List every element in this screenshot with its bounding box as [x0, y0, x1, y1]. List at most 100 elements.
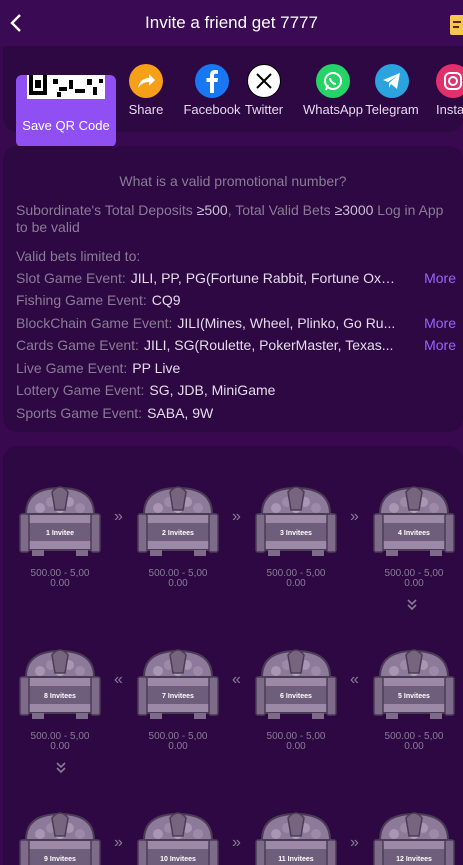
facebook-share-button[interactable]: Facebook: [183, 64, 241, 130]
reward-chest[interactable]: 3 Invitees: [254, 480, 338, 558]
event-key: Lottery Game Event:: [16, 382, 145, 398]
event-value: PP Live: [132, 360, 181, 376]
event-key: Fishing Game Event:: [16, 292, 147, 308]
qr-code-image: [27, 75, 105, 99]
event-value: SG, JDB, MiniGame: [149, 382, 276, 398]
event-value: JILI, PP, PG(Fortune Rabbit, Fortune Ox,…: [130, 270, 399, 286]
arrow-left-icon: «: [232, 671, 241, 688]
arrow-down-icon: [405, 599, 419, 611]
more-link[interactable]: More: [424, 337, 456, 353]
treasure-chest-icon: [136, 480, 220, 558]
reward-chest[interactable]: 4 Invitees: [372, 480, 456, 558]
chest-invitee-label: 11 Invitees: [278, 856, 314, 863]
instagram-share-button[interactable]: Instag: [436, 64, 463, 130]
event-value: SABA, 9W: [147, 405, 214, 421]
chest-invitee-label: 2 Invitees: [162, 530, 194, 537]
event-row: Cards Game Event: JILI, SG(Roulette, Pok…: [16, 337, 456, 355]
reward-chest[interactable]: 6 Invitees: [254, 643, 338, 721]
reward-amount-line: 0.00: [50, 741, 70, 752]
arrow-right-icon: »: [350, 508, 359, 525]
arrow-right-icon: »: [232, 834, 241, 851]
reward-chest[interactable]: 7 Invitees: [136, 643, 220, 721]
reward-amount: 500.00 - 5,00 0.00: [372, 569, 456, 589]
event-key: Cards Game Event:: [16, 337, 139, 353]
reward-amount-line: 0.00: [286, 741, 306, 752]
reward-chest[interactable]: 2 Invitees: [136, 480, 220, 558]
treasure-chest-icon: [372, 480, 456, 558]
twitter-share-button[interactable]: Twitter: [244, 64, 284, 130]
reward-amount-line: 0.00: [404, 578, 424, 589]
page-title: Invite a friend get 7777: [145, 13, 318, 32]
instagram-icon: [436, 64, 463, 98]
reward-amount: 500.00 - 5,00 0.00: [18, 569, 102, 589]
whatsapp-icon: [316, 64, 350, 98]
chest-invitee-label: 1 Invitee: [45, 530, 74, 537]
rules-question: What is a valid promotional number?: [119, 173, 347, 189]
event-key: Live Game Event:: [16, 360, 128, 376]
reward-amount: 500.00 - 5,00 0.00: [254, 569, 338, 589]
event-key: Sports Game Event:: [16, 405, 143, 421]
arrow-right-icon: »: [114, 508, 123, 525]
share-options: Share Facebook Twitter WhatsApp Telegram: [128, 64, 463, 130]
save-qr-code-label: Save QR Code: [22, 118, 110, 133]
arrow-right-icon: »: [232, 508, 241, 525]
chest-invitee-label: 12 Invitees: [396, 856, 432, 863]
event-value: CQ9: [151, 292, 181, 308]
event-value: JILI(Mines, Wheel, Plinko, Go Ru...: [177, 315, 396, 331]
more-link[interactable]: More: [424, 315, 456, 331]
chest-invitee-label: 7 Invitees: [162, 693, 194, 700]
chest-invitee-label: 9 Invitees: [44, 856, 76, 863]
share-button[interactable]: Share: [128, 64, 164, 130]
event-key: Slot Game Event:: [16, 270, 126, 286]
reward-amount-line: 0.00: [168, 741, 188, 752]
treasure-chest-icon: [136, 643, 220, 721]
document-icon[interactable]: [450, 15, 463, 35]
telegram-share-button[interactable]: Telegram: [365, 64, 419, 130]
reward-chest[interactable]: 1 Invitee: [18, 480, 102, 558]
rules-description: Subordinate's Total Deposits ≥500, Total…: [16, 202, 446, 236]
top-bar: Invite a friend get 7777: [0, 0, 463, 46]
reward-chest[interactable]: 8 Invitees: [18, 643, 102, 721]
share-icon: [129, 64, 163, 98]
arrow-right-icon: »: [114, 834, 123, 851]
reward-chest[interactable]: 10 Invitees: [136, 806, 220, 865]
telegram-label: Telegram: [365, 102, 419, 117]
arrow-down-icon: [54, 762, 68, 774]
arrow-left-icon: «: [350, 671, 359, 688]
reward-amount: 500.00 - 5,00 0.00: [136, 732, 220, 752]
whatsapp-share-button[interactable]: WhatsApp: [303, 64, 363, 130]
reward-chest[interactable]: 11 Invitees: [254, 806, 338, 865]
save-qr-code-button[interactable]: Save QR Code: [16, 75, 116, 147]
valid-bets-heading: Valid bets limited to:: [16, 248, 141, 264]
reward-amount-line: 0.00: [168, 578, 188, 589]
event-row: Live Game Event: PP Live: [16, 360, 456, 378]
event-key: BlockChain Game Event:: [16, 315, 173, 331]
reward-chest[interactable]: 9 Invitees: [18, 806, 102, 865]
reward-chest[interactable]: 5 Invitees: [372, 643, 456, 721]
reward-chest[interactable]: 12 Invitees: [372, 806, 456, 865]
event-row: Fishing Game Event: CQ9: [16, 292, 456, 310]
event-row: Sports Game Event: SABA, 9W: [16, 405, 456, 423]
event-value: JILI, SG(Roulette, PokerMaster, Texas...: [143, 337, 394, 353]
reward-amount: 500.00 - 5,00 0.00: [372, 732, 456, 752]
chest-invitee-label: 10 Invitees: [160, 856, 196, 863]
reward-amount-line: 0.00: [286, 578, 306, 589]
treasure-chest-icon: [372, 643, 456, 721]
facebook-label: Facebook: [183, 102, 241, 117]
invitee-rewards-card: 1 Invitee 500.00 - 5,00 0.00 » 2 Invitees 500…: [3, 446, 463, 865]
facebook-icon: [195, 64, 229, 98]
event-row: Lottery Game Event: SG, JDB, MiniGame: [16, 382, 456, 400]
event-row: Slot Game Event: JILI, PP, PG(Fortune Ra…: [16, 270, 456, 288]
arrow-right-icon: »: [350, 834, 359, 851]
arrow-left-icon: «: [114, 671, 123, 688]
reward-amount-line: 0.00: [404, 741, 424, 752]
treasure-chest-icon: [254, 480, 338, 558]
whatsapp-label: WhatsApp: [303, 102, 363, 117]
chest-invitee-label: 5 Invitees: [398, 693, 430, 700]
treasure-chest-icon: [18, 643, 102, 721]
more-link[interactable]: More: [424, 270, 456, 286]
back-button[interactable]: [6, 11, 26, 35]
promotion-rules-card: What is a valid promotional number? Subo…: [3, 146, 463, 432]
desc-deposit-value: ≥500: [196, 202, 228, 218]
desc-bets-value: ≥3000: [334, 202, 374, 218]
